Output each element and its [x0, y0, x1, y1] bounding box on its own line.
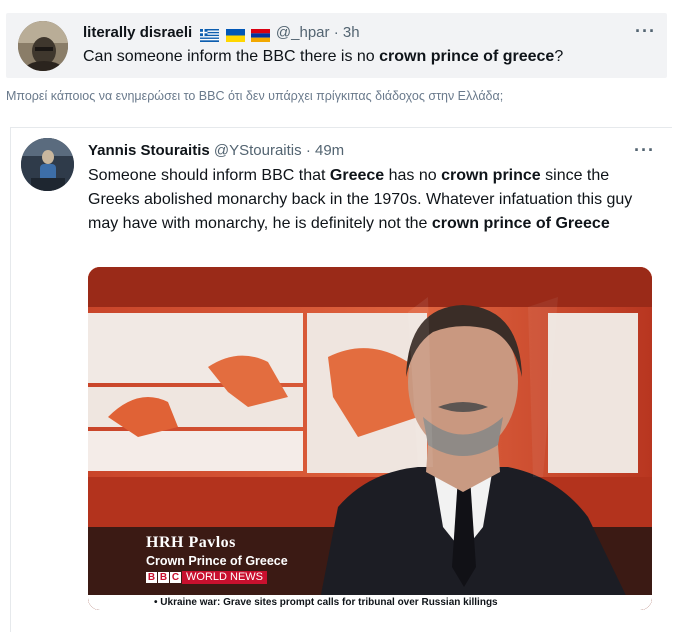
tweet-text-part: has no [384, 167, 442, 184]
timestamp[interactable]: 3h [343, 24, 360, 41]
lower-third-name: HRH Pavlos [146, 534, 236, 551]
ellipsis-icon[interactable]: ··· [634, 140, 655, 161]
bbc-letter: B [158, 572, 169, 583]
greece-flag-icon [200, 28, 220, 42]
tweet-text-bold: crown prince of greece [379, 48, 555, 65]
tweet-text-bold: crown prince [441, 167, 541, 184]
flag-emojis [200, 26, 271, 43]
bbc-letter: B [146, 572, 157, 583]
avatar[interactable] [18, 21, 68, 71]
avatar-photo [18, 21, 68, 71]
separator: · [305, 142, 311, 159]
tweet-image[interactable]: HRH Pavlos Crown Prince of Greece B B C … [88, 267, 652, 610]
translation-text: Μπορεί κάποιος να ενημερώσει το BBC ότι … [6, 89, 504, 103]
tweet-text-part: Can someone inform the BBC there is no [83, 48, 380, 65]
tweet-text-part: Someone should inform BBC that [88, 167, 330, 184]
avatar-photo [21, 138, 74, 191]
news-ticker: • Ukraine war: Grave sites prompt calls … [88, 595, 652, 610]
tweet-text-bold: crown prince of Greece [431, 215, 610, 232]
bbc-logo: B B C WORLD NEWS [146, 571, 288, 584]
top-tweet[interactable]: literally disraeli @_hpar · 3h Can someo… [6, 13, 667, 78]
ellipsis-icon[interactable]: ··· [635, 21, 656, 42]
timestamp[interactable]: 49m [315, 142, 344, 159]
tweet-text: Someone should inform BBC that Greece ha… [88, 164, 643, 236]
tweet-header: Yannis Stouraitis @YStouraitis · 49m [88, 142, 344, 159]
tweet-header: literally disraeli @_hpar · 3h [83, 24, 360, 43]
ukraine-flag-icon [225, 28, 245, 42]
avatar[interactable] [21, 138, 74, 191]
tweet-text-end: ? [554, 48, 564, 65]
display-name[interactable]: Yannis Stouraitis [88, 142, 210, 159]
armenia-flag-icon [250, 28, 270, 42]
tweet-text-bold: Greece [329, 167, 385, 184]
tweet-text: Can someone inform the BBC there is no c… [83, 48, 563, 66]
display-name[interactable]: literally disraeli [83, 24, 192, 41]
lower-third: HRH Pavlos Crown Prince of Greece B B C … [146, 534, 288, 602]
bbc-letter: C [170, 572, 181, 583]
embedded-tweet[interactable]: Yannis Stouraitis @YStouraitis · 49m ···… [10, 127, 672, 632]
separator: · [333, 24, 339, 41]
handle[interactable]: @_hpar [276, 24, 330, 41]
handle[interactable]: @YStouraitis [214, 142, 302, 159]
channel-name: WORLD NEWS [182, 571, 267, 584]
lower-third-title: Crown Prince of Greece [146, 554, 288, 568]
